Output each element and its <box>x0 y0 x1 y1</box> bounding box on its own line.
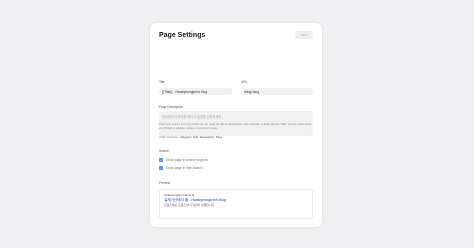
site-search-option[interactable]: ✓ Show page in Site Search <box>159 166 203 170</box>
url-label: URL <box>241 80 248 84</box>
save-button[interactable]: Save <box>295 31 313 39</box>
cms-variables: CMS Variables: Category, Title, Descript… <box>159 135 315 139</box>
site-search-label: Show page in Site Search <box>166 166 203 170</box>
title-input[interactable]: {{Title}} - Hwakyeongkim's blog <box>159 88 232 95</box>
help-text: Pass text values from the CMS can be use… <box>159 122 312 130</box>
page-title: Page Settings <box>159 32 206 39</box>
cms-variables-label: CMS Variables: <box>159 135 179 139</box>
preview-url: hwakyeongkim.framer.ai <box>164 193 195 197</box>
page-settings-card: Page Settings Save Title {{Title}} - Hwa… <box>150 23 322 227</box>
search-engines-label: Show page in search engines <box>166 158 208 162</box>
search-engines-option[interactable]: ✓ Show page in search engines <box>159 158 208 162</box>
cms-variables-value: Category, Title, Description, Slug <box>179 135 222 139</box>
preview-section-label: Preview <box>159 181 171 185</box>
description-placeholder: 검색엔진이 보여줄 페이지 설명을 입력하세요. <box>162 115 223 119</box>
preview-description: 콘텐츠에는 프론트와 디자인이 실제합니다. <box>164 203 216 207</box>
search-section-label: Search <box>159 149 170 153</box>
checkbox-checked-icon[interactable]: ✓ <box>159 158 163 162</box>
checkbox-checked-icon[interactable]: ✓ <box>159 166 163 170</box>
description-label: Page Description <box>159 105 184 109</box>
search-preview: hwakyeongkim.framer.ai 실제가산에서 할 - Hwakye… <box>159 189 313 219</box>
title-label: Title <box>159 80 165 84</box>
url-input[interactable]: /blog/:slug <box>241 88 313 95</box>
